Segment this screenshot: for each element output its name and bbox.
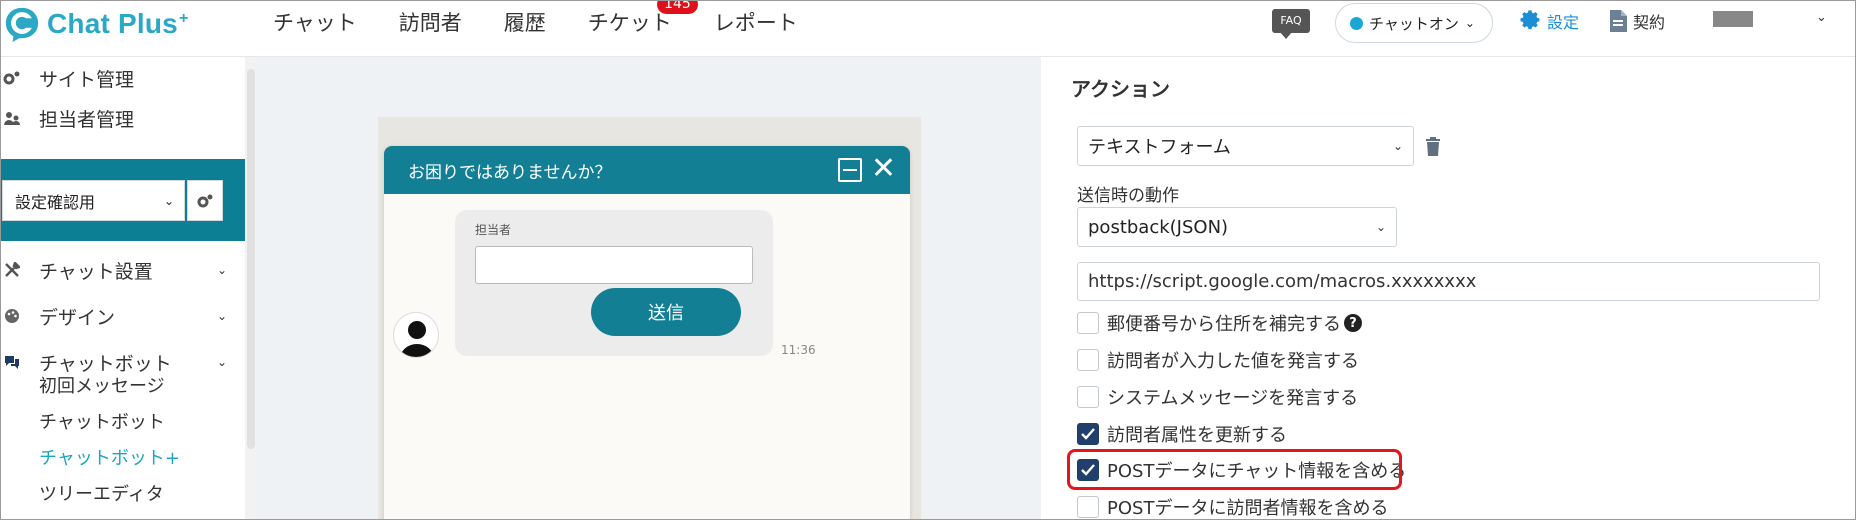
nav-visitors[interactable]: 訪問者 xyxy=(399,7,462,37)
chat-window-title: お困りではありませんか？ xyxy=(408,162,612,183)
sidebar-item-design[interactable]: デザイン ⌄ xyxy=(1,297,245,335)
minimize-icon[interactable] xyxy=(838,158,862,182)
chevron-down-icon: ⌄ xyxy=(163,193,174,208)
user-avatar[interactable] xyxy=(1713,11,1753,27)
sidebar: サイト管理 担当者管理 設定確認用 ⌄ チャット設置 ⌄ デザイン ⌄ チャット… xyxy=(1,57,245,519)
bot-message-bubble: 担当者 送信 xyxy=(455,210,773,356)
sidebar-scrollbar[interactable] xyxy=(245,57,257,519)
gear-icon xyxy=(1520,10,1540,30)
site-select[interactable]: 設定確認用 ⌄ xyxy=(2,180,185,221)
site-settings-gear-button[interactable] xyxy=(187,180,223,221)
nav-history[interactable]: 履歴 xyxy=(504,7,546,37)
chat-window-preview: お困りではありませんか？ ✕ 担当者 送信 11:36 xyxy=(384,146,910,519)
bot-avatar-icon xyxy=(393,312,439,358)
action-settings-panel: アクション テキストフォーム ⌄ 送信時の動作 postback(JSON) ⌄… xyxy=(1041,57,1855,519)
sidebar-item-site-admin[interactable]: サイト管理 xyxy=(1,59,245,97)
palette-icon xyxy=(3,308,21,324)
checkbox-update-visitor-attrs[interactable] xyxy=(1077,423,1099,445)
nav-tickets[interactable]: チケット 145 xyxy=(587,1,698,37)
checkbox-label: システムメッセージを発言する xyxy=(1107,388,1359,409)
ticket-count-badge: 145 xyxy=(657,1,698,14)
sidebar-subitem-tree-editor[interactable]: ツリーエディタ xyxy=(39,480,164,506)
postback-url-value: https://script.google.com/macros.xxxxxxx… xyxy=(1088,271,1477,292)
checkbox-row-include-visitor-info[interactable]: POSTデータに訪問者情報を含める xyxy=(1077,493,1389,519)
chat-status-dropdown[interactable]: チャットオン ⌄ xyxy=(1335,3,1493,43)
chevron-down-icon: ⌄ xyxy=(216,355,227,369)
contract-label: 契約 xyxy=(1633,13,1666,32)
action-type-value: テキストフォーム xyxy=(1088,137,1231,158)
status-online-dot xyxy=(1350,16,1363,30)
checkbox-label: 郵便番号から住所を補完する xyxy=(1107,314,1341,335)
settings-link[interactable]: 設定 xyxy=(1519,9,1579,33)
chat-window-header: お困りではありませんか？ ✕ xyxy=(384,146,910,194)
site-select-value: 設定確認用 xyxy=(15,192,96,212)
sidebar-item-label: デザイン xyxy=(39,306,116,329)
sidebar-scrollbar-thumb[interactable] xyxy=(247,69,255,449)
sidebar-item-label: チャット設置 xyxy=(39,260,153,283)
sidebar-item-label: サイト管理 xyxy=(39,68,135,91)
close-icon[interactable]: ✕ xyxy=(871,153,896,185)
staff-name-input[interactable] xyxy=(475,246,753,284)
settings-label: 設定 xyxy=(1547,13,1580,32)
top-header: Chat Plus+ チャット 訪問者 履歴 チケット 145 レポート FAQ… xyxy=(1,1,1855,57)
nav-reports[interactable]: レポート xyxy=(714,7,798,37)
nav-chat[interactable]: チャット xyxy=(273,7,357,37)
checkbox-echo-system-message[interactable] xyxy=(1077,386,1099,408)
postback-url-input[interactable]: https://script.google.com/macros.xxxxxxx… xyxy=(1077,262,1820,301)
nav-tickets-label: チケット xyxy=(587,11,672,35)
preview-area: お困りではありませんか？ ✕ 担当者 送信 11:36 xyxy=(257,57,1041,519)
checkmark-icon xyxy=(1081,428,1095,440)
faq-icon[interactable]: FAQ xyxy=(1272,9,1310,39)
checkbox-include-visitor-info[interactable] xyxy=(1077,496,1099,518)
chevron-down-icon: ⌄ xyxy=(1375,220,1386,234)
checkbox-row-echo-system-message[interactable]: システムメッセージを発言する xyxy=(1077,383,1358,411)
checkbox-label: 訪問者属性を更新する xyxy=(1107,425,1287,446)
checkbox-row-zip-autocomplete[interactable]: 郵便番号から住所を補完する ? xyxy=(1077,309,1362,337)
checkbox-label: POSTデータに訪問者情報を含める xyxy=(1107,498,1389,519)
main-nav: チャット 訪問者 履歴 チケット 145 レポート xyxy=(273,1,840,43)
user-menu-chevron-icon[interactable]: ⌄ xyxy=(1816,10,1827,25)
sidebar-item-label: 担当者管理 xyxy=(39,108,135,131)
panel-title: アクション xyxy=(1071,77,1170,101)
sidebar-subitem-first-message[interactable]: 初回メッセージ xyxy=(39,372,165,398)
gear-icon xyxy=(197,194,213,207)
chatplus-logo-text: Chat Plus+ xyxy=(47,8,189,39)
chevron-down-icon: ⌄ xyxy=(216,263,227,277)
checkbox-row-echo-visitor-input[interactable]: 訪問者が入力した値を発言する xyxy=(1077,346,1359,374)
form-field-label: 担当者 xyxy=(475,223,512,237)
chatplus-logo[interactable]: Chat Plus+ xyxy=(3,4,188,44)
tools-icon xyxy=(3,262,21,278)
send-button[interactable]: 送信 xyxy=(591,288,741,336)
chatplus-logo-icon xyxy=(5,7,39,43)
users-icon xyxy=(3,110,21,126)
contract-link[interactable]: 契約 xyxy=(1607,9,1665,33)
chat-bubbles-icon xyxy=(3,354,21,370)
highlight-annotation xyxy=(1067,449,1402,490)
trash-icon[interactable] xyxy=(1425,137,1441,157)
checkbox-zip-autocomplete[interactable] xyxy=(1077,312,1099,334)
sidebar-item-staff-admin[interactable]: 担当者管理 xyxy=(1,99,245,137)
checkbox-echo-visitor-input[interactable] xyxy=(1077,349,1099,371)
checkbox-label: 訪問者が入力した値を発言する xyxy=(1107,351,1359,372)
sidebar-subitem-chatbot-plus[interactable]: チャットボット+ xyxy=(39,444,180,470)
sidebar-item-chat-settings[interactable]: チャット設置 ⌄ xyxy=(1,251,245,289)
message-timestamp: 11:36 xyxy=(781,343,816,357)
document-icon xyxy=(1610,10,1627,32)
chat-status-label: チャットオン xyxy=(1369,14,1459,33)
submit-method-value: postback(JSON) xyxy=(1088,216,1229,238)
sidebar-subitem-chatbot[interactable]: チャットボット xyxy=(39,408,165,434)
submit-method-select[interactable]: postback(JSON) ⌄ xyxy=(1077,207,1397,247)
checkbox-row-update-visitor-attrs[interactable]: 訪問者属性を更新する xyxy=(1077,420,1287,448)
submit-action-label: 送信時の動作 xyxy=(1077,186,1179,206)
site-select-panel: 設定確認用 ⌄ xyxy=(1,159,245,241)
action-type-select[interactable]: テキストフォーム ⌄ xyxy=(1077,126,1414,166)
gears-icon xyxy=(3,70,21,86)
chevron-down-icon: ⌄ xyxy=(1464,16,1475,30)
help-icon[interactable]: ? xyxy=(1344,314,1362,332)
chevron-down-icon: ⌄ xyxy=(1392,139,1403,153)
app-frame: Chat Plus+ チャット 訪問者 履歴 チケット 145 レポート FAQ… xyxy=(0,0,1856,520)
chevron-down-icon: ⌄ xyxy=(216,309,227,323)
